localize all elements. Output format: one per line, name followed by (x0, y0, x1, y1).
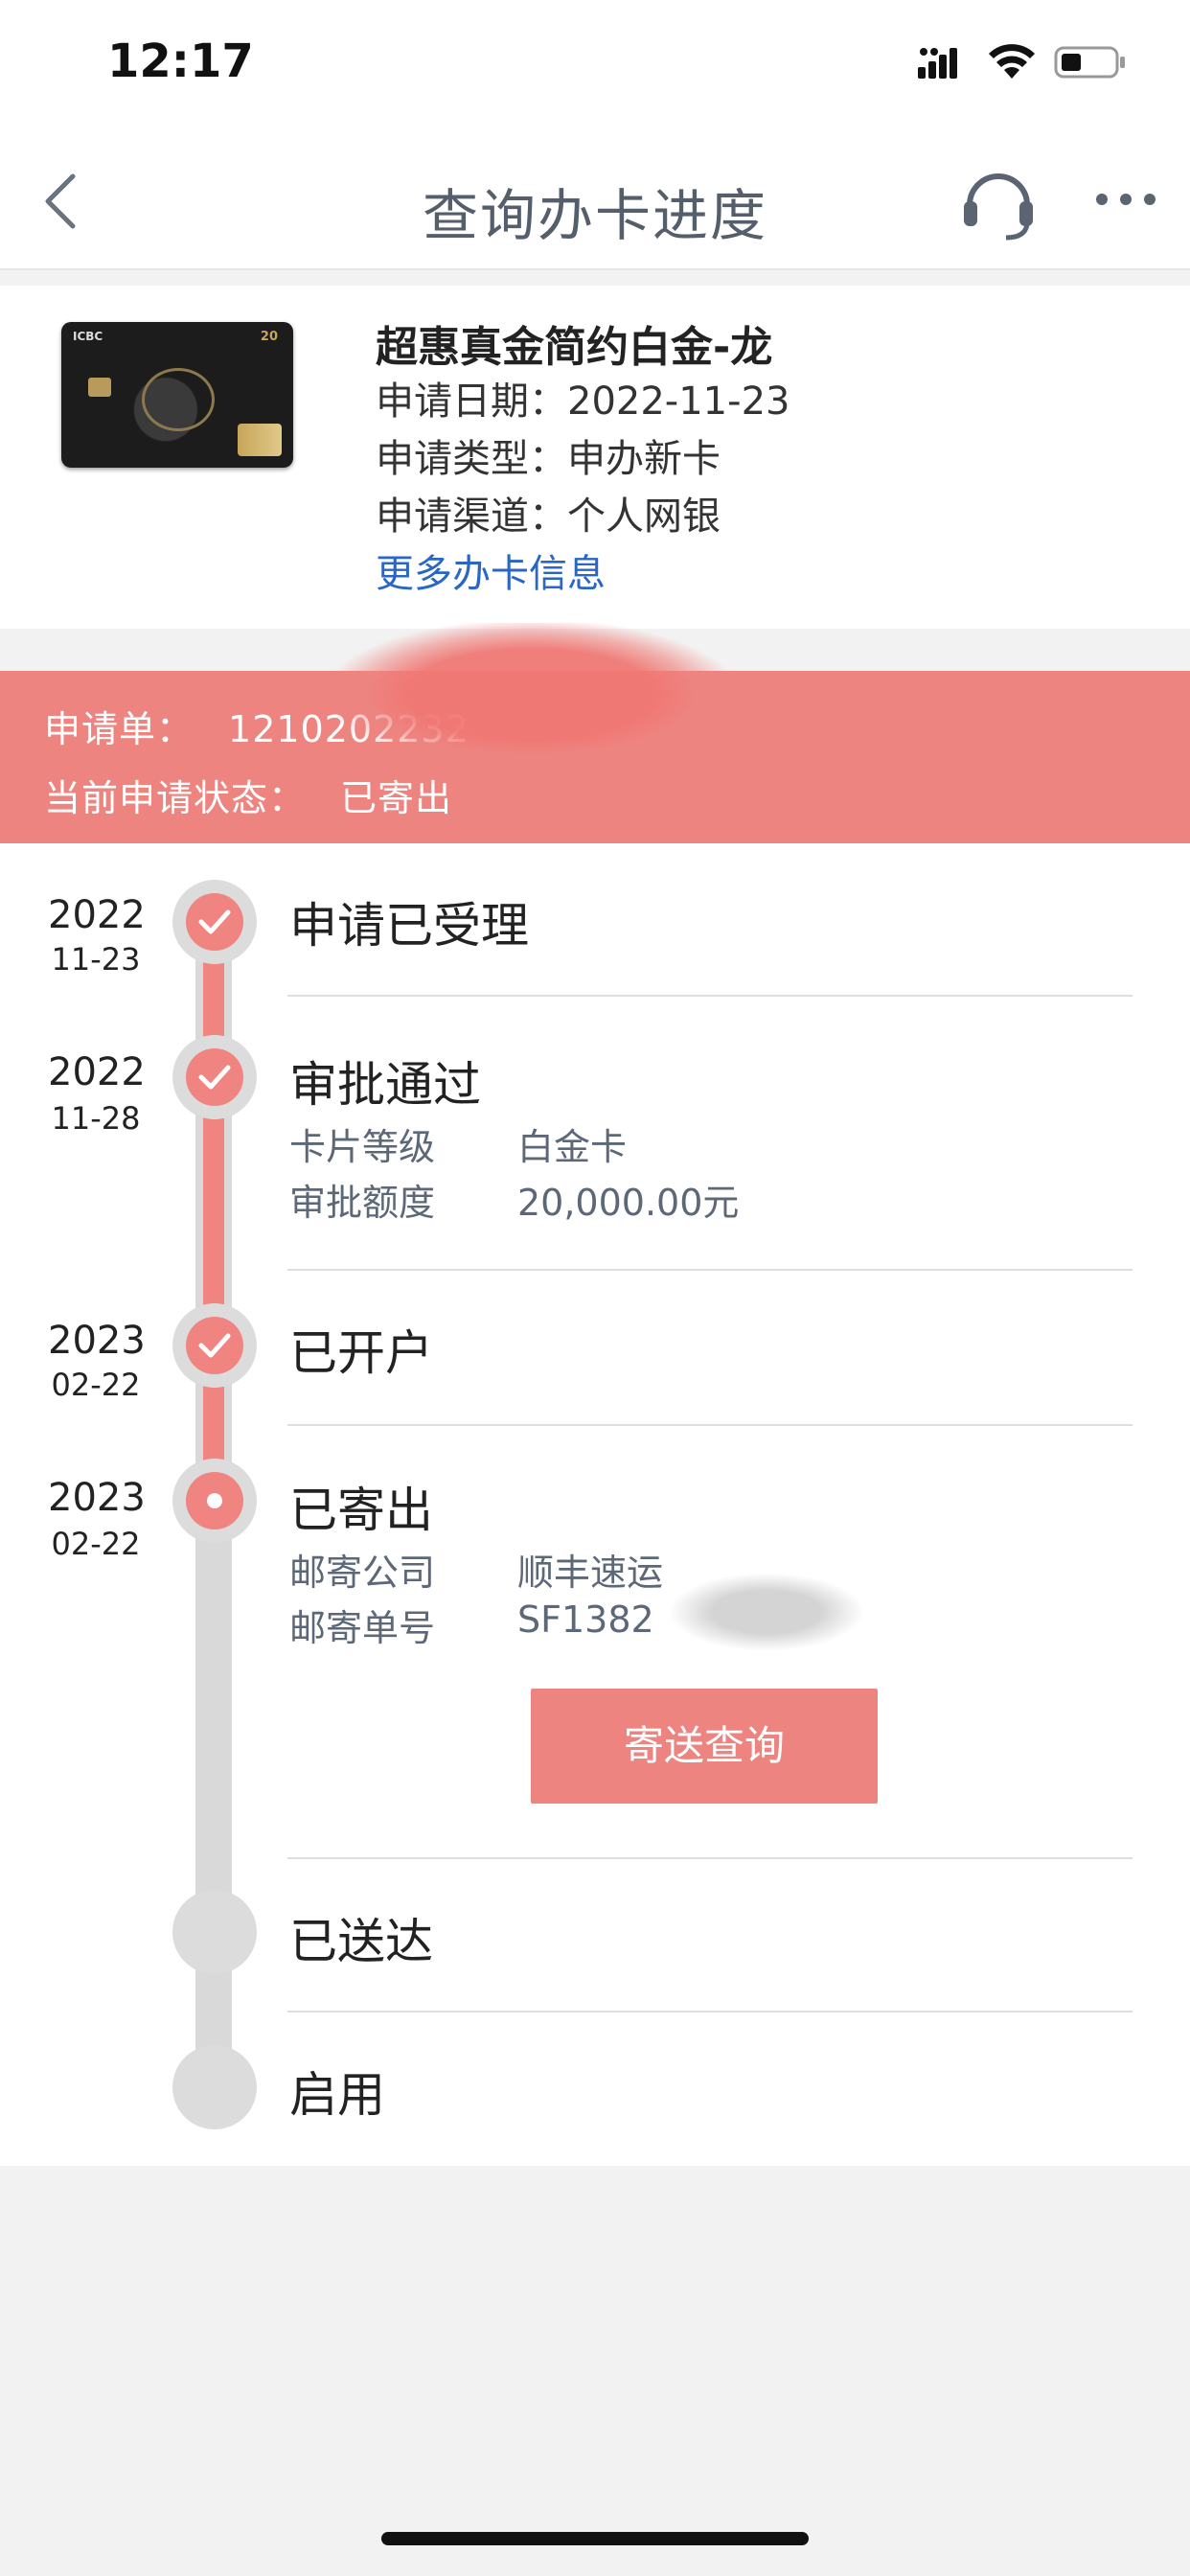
divider (287, 1857, 1133, 1859)
step-current-marker (172, 1459, 257, 1543)
step-date: 11-23 (51, 941, 141, 978)
credit-card-image: ICBC 20 (61, 322, 293, 468)
step-title: 审批通过 (289, 1057, 481, 1113)
detail-key: 卡片等级 (289, 1126, 436, 1168)
card-brand-text: ICBC (73, 330, 103, 343)
tracking-number: SF1382 (517, 1598, 654, 1641)
card-info-section: ICBC 20 超惠真金简约白金-龙 申请日期：2022-11-23 申请类型：… (0, 286, 1190, 629)
shipment-tracking-button[interactable]: 寄送查询 (531, 1689, 878, 1804)
step-year: 2022 (48, 1050, 146, 1094)
apply-date-value: 2022-11-23 (567, 380, 790, 424)
step-title: 已寄出 (289, 1483, 433, 1538)
card-emblem (142, 368, 215, 431)
check-icon (198, 909, 231, 934)
step-year: 2023 (48, 1319, 146, 1363)
status-bar: 12:17 (0, 0, 1190, 134)
battery-icon (1054, 46, 1125, 79)
timeline-progress-fill (203, 910, 224, 1501)
divider (287, 995, 1133, 997)
progress-timeline: 2022 11-23 申请已受理 2022 11-28 审批通过 卡片等级 白金… (0, 843, 1190, 2166)
step-date: 11-28 (51, 1100, 141, 1137)
divider (287, 2011, 1133, 2012)
step-title: 已开户 (289, 1325, 433, 1381)
step-title: 已送达 (289, 1914, 433, 1969)
apply-channel-label: 申请渠道： (376, 494, 567, 539)
check-icon (198, 1065, 231, 1090)
step-completed-marker (172, 1035, 257, 1119)
step-pending-marker (172, 2045, 257, 2129)
headset-icon[interactable] (958, 163, 1039, 243)
step-completed-marker (172, 1303, 257, 1388)
detail-value: 白金卡 (517, 1126, 628, 1168)
step-title: 申请已受理 (289, 898, 529, 954)
application-status-label: 当前申请状态： (44, 777, 307, 819)
redaction-blur (671, 1574, 862, 1650)
divider (287, 1269, 1133, 1271)
redaction-smudge (335, 623, 728, 767)
step-date: 02-22 (51, 1526, 141, 1562)
cellular-signal-icon (918, 48, 957, 79)
step-title: 启用 (289, 2067, 385, 2123)
detail-key: 邮寄单号 (289, 1607, 436, 1649)
card-name: 超惠真金简约白金-龙 (376, 323, 773, 372)
status-time: 12:17 (107, 34, 254, 88)
apply-type-row: 申请类型：申办新卡 (376, 427, 721, 483)
step-pending-marker (172, 1890, 257, 1974)
card-network-logo (238, 424, 282, 456)
card-badge-text: 20 (260, 330, 278, 344)
apply-channel-row: 申请渠道：个人网银 (376, 485, 721, 540)
detail-value: 顺丰速运 (517, 1552, 664, 1594)
apply-type-label: 申请类型： (376, 437, 567, 481)
step-date: 02-22 (51, 1367, 141, 1403)
more-icon[interactable] (1092, 180, 1159, 218)
step-year: 2023 (48, 1476, 146, 1520)
apply-type-value: 申办新卡 (567, 437, 721, 481)
apply-date-label: 申请日期： (376, 380, 567, 424)
check-icon (198, 1333, 231, 1358)
home-indicator (381, 2532, 809, 2545)
more-card-info-link[interactable]: 更多办卡信息 (376, 542, 606, 598)
detail-key: 审批额度 (289, 1182, 436, 1224)
step-year: 2022 (48, 893, 146, 937)
divider (287, 1424, 1133, 1426)
application-status-row: 当前申请状态： 已寄出 (44, 769, 452, 821)
apply-channel-value: 个人网银 (567, 494, 721, 539)
detail-key: 邮寄公司 (289, 1552, 436, 1594)
nav-bar: 查询办卡进度 (0, 134, 1190, 270)
card-chip (88, 378, 111, 397)
application-status: 已寄出 (340, 777, 453, 819)
application-number-label: 申请单： (44, 708, 195, 750)
wifi-icon (989, 44, 1035, 79)
detail-value: 20,000.00元 (517, 1182, 740, 1224)
step-completed-marker (172, 880, 257, 964)
apply-date-row: 申请日期：2022-11-23 (376, 370, 790, 426)
